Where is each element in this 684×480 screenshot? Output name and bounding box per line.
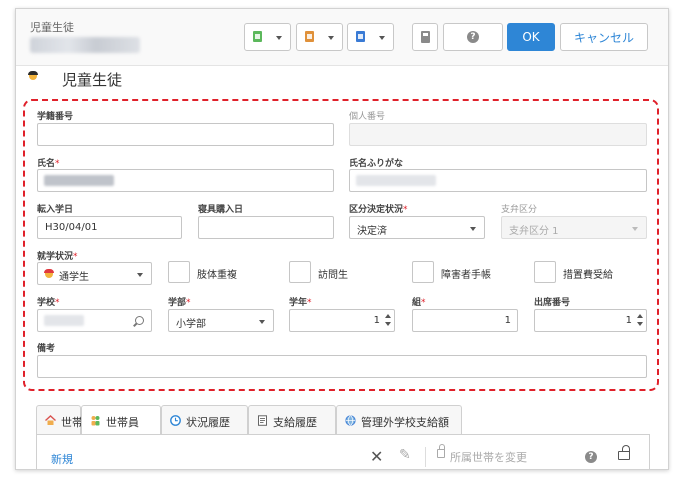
shiben-kubun-select: 支弁区分 1 [501, 216, 647, 239]
gakuseki-no-label: 学籍番号 [37, 112, 74, 122]
help-button[interactable]: ? [443, 23, 503, 51]
tab-shikyuu-rireki[interactable]: 支給履歴 [248, 405, 336, 435]
toolbar-divider [425, 447, 426, 467]
chevron-down-icon [470, 227, 476, 231]
spinner-arrows-icon[interactable] [636, 314, 644, 327]
grade-label: 学年* [289, 298, 312, 308]
window-title: 児童生徒 [30, 21, 74, 34]
gakuseki-no-input[interactable] [37, 123, 334, 146]
chevron-down-icon [632, 227, 638, 231]
orange-clipboard-dropdown[interactable] [296, 23, 343, 51]
ok-button[interactable]: OK [507, 23, 555, 51]
search-icon[interactable] [135, 316, 144, 325]
kubun-status-label: 区分決定状況* [349, 205, 408, 215]
lock-icon [437, 444, 445, 458]
school-redacted-value [44, 315, 84, 326]
tennyu-date-label: 転入学日 [37, 205, 74, 215]
dialog-header: 児童生徒 ? OK キャンセル [16, 9, 668, 66]
shiben-kubun-label: 支弁区分 [501, 205, 538, 215]
shugaku-status-select[interactable]: 通学生 [37, 262, 152, 285]
chevron-down-icon [379, 36, 385, 40]
kubun-status-select[interactable]: 決定済 [349, 216, 485, 239]
globe-icon [345, 415, 356, 426]
chevron-down-icon [328, 36, 334, 40]
tab-joukyou-rireki[interactable]: 状況履歴 [161, 405, 248, 435]
blue-clipboard-icon [356, 31, 365, 42]
grade-stepper[interactable]: 1 [289, 309, 395, 332]
chevron-down-icon [276, 36, 282, 40]
student-cap-icon [28, 71, 38, 80]
shimei-kana-redacted-value [356, 175, 436, 186]
calculator-icon [421, 31, 430, 43]
school-lookup-input[interactable] [37, 309, 152, 332]
kojin-no-input [349, 123, 647, 146]
window-subtitle-redacted [30, 37, 140, 53]
shusseki-no-stepper[interactable]: 1 [534, 309, 647, 332]
shingu-date-label: 寝具購入日 [198, 205, 244, 215]
dialog-window: 児童生徒 ? OK キャンセル 児童生徒 学籍番号 個人番号 氏名* 氏名ふりが… [15, 8, 669, 470]
shimei-kana-input[interactable] [349, 169, 647, 192]
shimei-kana-label: 氏名ふりがな [349, 159, 404, 169]
delete-icon[interactable]: ✕ [370, 447, 383, 466]
unlock-icon[interactable] [618, 445, 630, 460]
tennyu-date-input[interactable]: H30/04/01 [37, 216, 182, 239]
shusseki-no-label: 出席番号 [534, 298, 571, 308]
green-clipboard-icon [253, 31, 262, 42]
chevron-down-icon [259, 320, 265, 324]
tab-setai[interactable]: 世帯 [36, 405, 83, 435]
kumi-input[interactable]: 1 [412, 309, 518, 332]
kojin-no-label: 個人番号 [349, 112, 386, 122]
gakubu-label: 学部* [168, 298, 191, 308]
help-icon: ? [467, 31, 479, 43]
checkbox-label: 措置費受給 [563, 270, 613, 281]
blue-clipboard-dropdown[interactable] [347, 23, 394, 51]
cancel-button[interactable]: キャンセル [560, 23, 648, 51]
shimei-label: 氏名* [37, 159, 60, 169]
school-label: 学校* [37, 298, 60, 308]
shugaku-status-label: 就学状況* [37, 252, 78, 262]
green-clipboard-dropdown[interactable] [244, 23, 291, 51]
checkbox-houmonsei[interactable] [289, 261, 311, 283]
clock-icon [170, 415, 181, 426]
house-icon [45, 415, 56, 425]
spinner-arrows-icon[interactable] [384, 314, 392, 327]
checkbox-label: 障害者手帳 [441, 270, 491, 281]
checkbox-label: 肢体重複 [197, 270, 237, 281]
document-icon [258, 415, 267, 426]
shimei-input[interactable] [37, 169, 334, 192]
checkbox-shitai-choufuku[interactable] [168, 261, 190, 283]
edit-pencil-icon: ✎ [399, 447, 411, 463]
checkbox-sochihi-jukyuu[interactable] [534, 261, 556, 283]
gakubu-select[interactable]: 小学部 [168, 309, 274, 332]
tab-setaiin[interactable]: 世帯員 [81, 405, 161, 436]
tab-kanrigai-shikyuugaku[interactable]: 管理外学校支給額 [336, 405, 462, 435]
calculator-button[interactable] [412, 23, 438, 51]
page-title: 児童生徒 [62, 71, 123, 89]
biko-input[interactable] [37, 355, 647, 378]
shimei-redacted-value [44, 175, 114, 186]
new-link[interactable]: 新規 [51, 451, 73, 467]
help-icon[interactable]: ? [585, 451, 597, 463]
shingu-date-input[interactable] [198, 216, 334, 239]
checkbox-label: 訪問生 [318, 270, 348, 281]
people-icon [91, 416, 100, 426]
tab-panel: 新規 ✕ ✎ 所属世帯を変更 ? [36, 434, 650, 469]
orange-clipboard-icon [305, 31, 314, 42]
chevron-down-icon [137, 273, 143, 277]
checkbox-shougaisha-techou[interactable] [412, 261, 434, 283]
biko-label: 備考 [37, 344, 56, 354]
change-household-button: 所属世帯を変更 [450, 451, 527, 464]
student-cap-icon [44, 269, 54, 278]
kumi-label: 組* [412, 298, 426, 308]
